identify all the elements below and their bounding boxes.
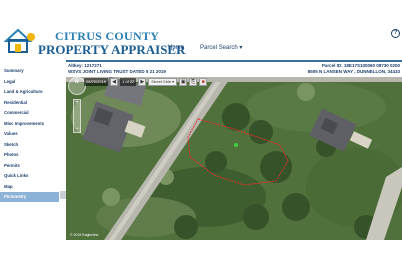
parcel-id-text: Parcel ID: 18E17S100060 08730 0200 <box>321 63 400 68</box>
sidebar-item-summary[interactable]: Summary <box>0 66 59 77</box>
owner-text: WSVS JOINT LIVING TRUST DATED 5 21 2019 <box>68 69 166 74</box>
sidebar-item-map[interactable]: Map <box>0 181 59 192</box>
address-text: 8505 N LANSEN WAY , DUNNELLON, 34433 <box>307 69 400 74</box>
sidebar-item-permits[interactable]: Permits <box>0 160 59 171</box>
sidebar-item-residential[interactable]: Residential <box>0 97 59 108</box>
next-image-button[interactable]: ▶ <box>138 77 147 86</box>
main-content: Altkey: 1217271 WSVS JOINT LIVING TRUST … <box>66 60 402 240</box>
aerial-imagery <box>66 77 402 240</box>
image-page-indicator: 1 of 22 <box>120 77 137 86</box>
imagery-copyright: © 2019 Eagleview <box>70 233 99 237</box>
zoom-out-button[interactable]: − <box>74 126 80 132</box>
sidebar-item-photos[interactable]: Photos <box>0 150 59 161</box>
sidebar-item-quick-links[interactable]: Quick Links <box>0 171 59 182</box>
house-logo-icon[interactable] <box>4 27 40 55</box>
sidebar-item-values[interactable]: Values <box>0 129 59 140</box>
brand-line-2: PROPERTY APPRAISER <box>38 42 186 57</box>
image-date: 08/20/2019 <box>84 77 109 86</box>
print-icon[interactable]: ⎘ <box>189 77 198 86</box>
footer <box>0 240 402 268</box>
aerial-map[interactable]: N + − 08/20/2019 ◀ 1 of 22 ▶ Street Side… <box>66 77 402 240</box>
sidebar-item-land-agriculture[interactable]: Land & Agriculture <box>0 87 59 98</box>
location-pin-icon[interactable] <box>234 143 238 147</box>
nav-parcel-search-link[interactable]: Parcel Search ▾ <box>200 44 242 51</box>
zoom-control[interactable]: + − <box>73 99 81 133</box>
sidebar-item-misc-improvements[interactable]: Misc Improvements <box>0 118 59 129</box>
measure-icon[interactable]: ▣ <box>179 77 188 86</box>
compass-north-label: N <box>75 79 79 85</box>
sidebar-item-pictometry[interactable]: Pictometry <box>0 192 59 203</box>
sidebar-item-sketch[interactable]: Sketch <box>0 139 59 150</box>
sidebar-item-legal[interactable]: Legal <box>0 76 59 87</box>
parcel-info-bar: Altkey: 1217271 WSVS JOINT LIVING TRUST … <box>66 60 402 77</box>
header: CITRUS COUNTY PROPERTY APPRAISER Home Pa… <box>0 0 402 60</box>
pdf-icon[interactable]: ■ <box>199 77 208 86</box>
prev-image-button[interactable]: ◀ <box>110 77 119 86</box>
sidebar: Summary Legal Land & Agriculture Residen… <box>0 60 66 240</box>
sidebar-menu: Summary Legal Land & Agriculture Residen… <box>0 66 59 203</box>
help-icon[interactable]: ? <box>391 29 400 38</box>
map-toolbar: 08/20/2019 ◀ 1 of 22 ▶ Street Side ▾ ▣ ⎘… <box>84 77 208 86</box>
zoom-in-button[interactable]: + <box>74 100 80 106</box>
nav-home-link[interactable]: Home <box>168 45 184 51</box>
altkey-text: Altkey: 1217271 <box>68 63 102 68</box>
view-select[interactable]: Street Side ▾ <box>148 77 178 86</box>
sidebar-item-commercial[interactable]: Commercial <box>0 108 59 119</box>
